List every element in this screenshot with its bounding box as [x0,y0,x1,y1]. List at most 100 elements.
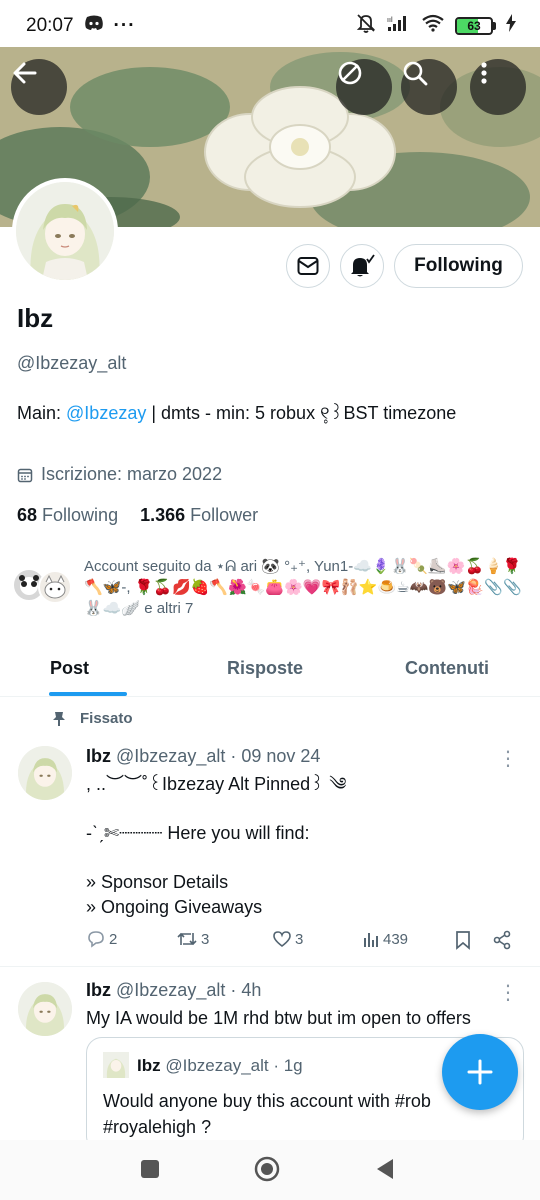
bookmark-icon [456,931,470,950]
tweet-text: , ..︶︶˚꒰Ibzezay Alt Pinned꒱ ༄ -ˋˏ✄┈┈┈┈ H… [86,774,347,917]
triangle-back-icon [377,1159,393,1179]
arrow-left-icon [13,62,37,84]
tweet-header: Ibz @Ibzezay_alt · 4h [86,980,261,1001]
follower-count-link[interactable]: 1.366 Follower [140,505,258,526]
following-label: Following [42,505,119,525]
active-tab-indicator [49,692,127,696]
bell-muted-icon [355,12,377,40]
more-vertical-icon [481,62,487,84]
bio-prefix: Main: [17,403,67,423]
signal-icon: ııl [387,14,411,38]
status-time: 20:07 [26,15,74,36]
profile-avatar[interactable] [12,178,118,284]
tab-contenuti-label: Contenuti [405,657,489,678]
share-icon [493,930,511,950]
followed-by-text: Account seguito da ⋆ᕱ ari 🐼 °₊⁺, Yun1-☁️… [84,558,522,617]
mute-button[interactable] [336,59,392,115]
profile-handle: @Ibzezay_alt [17,353,127,373]
notifications-button[interactable] [340,244,384,288]
tweet-more-icon[interactable]: ⋮ [498,980,518,1005]
system-navigation-bar [0,1140,540,1200]
share-button[interactable] [492,930,512,950]
crossed-circle-icon [338,61,362,85]
tab-post-label: Post [50,657,90,678]
battery-level: 63 [467,19,481,33]
charging-icon [506,14,516,38]
pinned-indicator: Fissato [52,710,133,727]
joined-text: Iscrizione: marzo 2022 [41,464,223,484]
profile-name: Ibz [17,303,54,333]
back-nav-button[interactable] [370,1154,400,1184]
tweet-avatar[interactable] [18,746,72,800]
tab-risposte[interactable]: Risposte [176,640,354,696]
avatar-image [16,182,114,280]
tweet-text: My IA would be 1M rhd btw but im open to… [86,1008,471,1028]
follower-count: 1.366 [140,505,186,525]
bio-mention-link[interactable]: @Ibzezay [66,403,146,423]
tab-post[interactable]: Post [0,640,176,696]
bookmark-button[interactable] [454,930,472,950]
following-count: 68 [17,505,38,525]
repost-count: 3 [201,930,210,948]
quoted-tweet-avatar [103,1052,129,1078]
like-button[interactable]: 3 [272,930,303,948]
status-bar: 20:07 ··· ııl 63 [0,0,540,52]
views-count: 439 [383,930,409,948]
followed-by-avatars [12,568,84,604]
following-count-link[interactable]: 68 Following [17,505,118,526]
bell-check-icon [351,254,375,277]
tweet-header: Ibz @Ibzezay_alt · 09 nov 24 [86,746,320,767]
battery-icon: 63 [455,17,496,35]
profile-bio: Main: @Ibzezay | dmts - min: 5 robux ୧̥꒱… [17,401,456,424]
svg-text:ııl: ııl [387,16,393,24]
back-button[interactable] [11,59,67,115]
like-count: 3 [295,930,304,948]
tweet-author-name[interactable]: Ibz [86,980,111,1000]
quoted-tweet-header: Ibz @Ibzezay_alt · 1g [137,1056,303,1076]
bio-suffix: | dmts - min: 5 robux ୧̥꒱BST timezone [146,403,457,423]
quoted-author-name: Ibz [137,1056,161,1075]
plus-icon [467,1059,493,1085]
tweet-actions: 2 3 3 439 [86,930,526,956]
search-icon [403,61,428,86]
quoted-handle-time: @Ibzezay_alt · 1g [165,1056,303,1075]
follow-counts: 68 Following 1.366 Follower [17,505,258,526]
envelope-icon [297,257,319,275]
calendar-icon [17,468,33,482]
profile-tabs: Post Risposte Contenuti [0,640,540,697]
followed-by-section[interactable]: Account seguito da ⋆ᕱ ari 🐼 °₊⁺, Yun1-☁️… [12,556,528,626]
views-button[interactable]: 439 [362,930,408,948]
more-notifications-icon: ··· [113,15,136,36]
quoted-tweet-text: Would anyone buy this account with #rob … [103,1091,431,1137]
message-button[interactable] [286,244,330,288]
recent-apps-button[interactable] [135,1154,165,1184]
home-button[interactable] [252,1154,282,1184]
tweet-author-name[interactable]: Ibz [86,746,111,766]
analytics-icon [364,933,378,947]
tab-risposte-label: Risposte [226,657,304,678]
repost-button[interactable]: 3 [176,930,209,948]
following-button[interactable]: Following [394,244,523,288]
home-circle-icon [254,1156,280,1182]
repost-icon [177,932,197,946]
compose-button[interactable] [442,1034,518,1110]
tweet-handle-time: @Ibzezay_alt · 4h [116,980,262,1000]
follower-label: Follower [190,505,259,525]
search-button[interactable] [401,59,457,115]
more-button[interactable] [470,59,526,115]
square-icon [141,1160,159,1178]
tweet-more-icon[interactable]: ⋮ [498,746,518,771]
reply-icon [88,931,104,948]
tweet-avatar[interactable] [18,982,72,1036]
reply-button[interactable]: 2 [86,930,117,948]
tab-contenuti[interactable]: Contenuti [354,640,540,696]
follower-avatar [38,570,72,604]
wifi-icon [421,14,445,38]
joined-date: Iscrizione: marzo 2022 [17,464,222,485]
reply-count: 2 [109,930,118,948]
heart-icon [273,931,291,948]
discord-icon [84,15,104,37]
tweet-divider [0,966,540,967]
pin-icon [53,711,65,726]
tweet-handle-time: @Ibzezay_alt · 09 nov 24 [116,746,321,766]
